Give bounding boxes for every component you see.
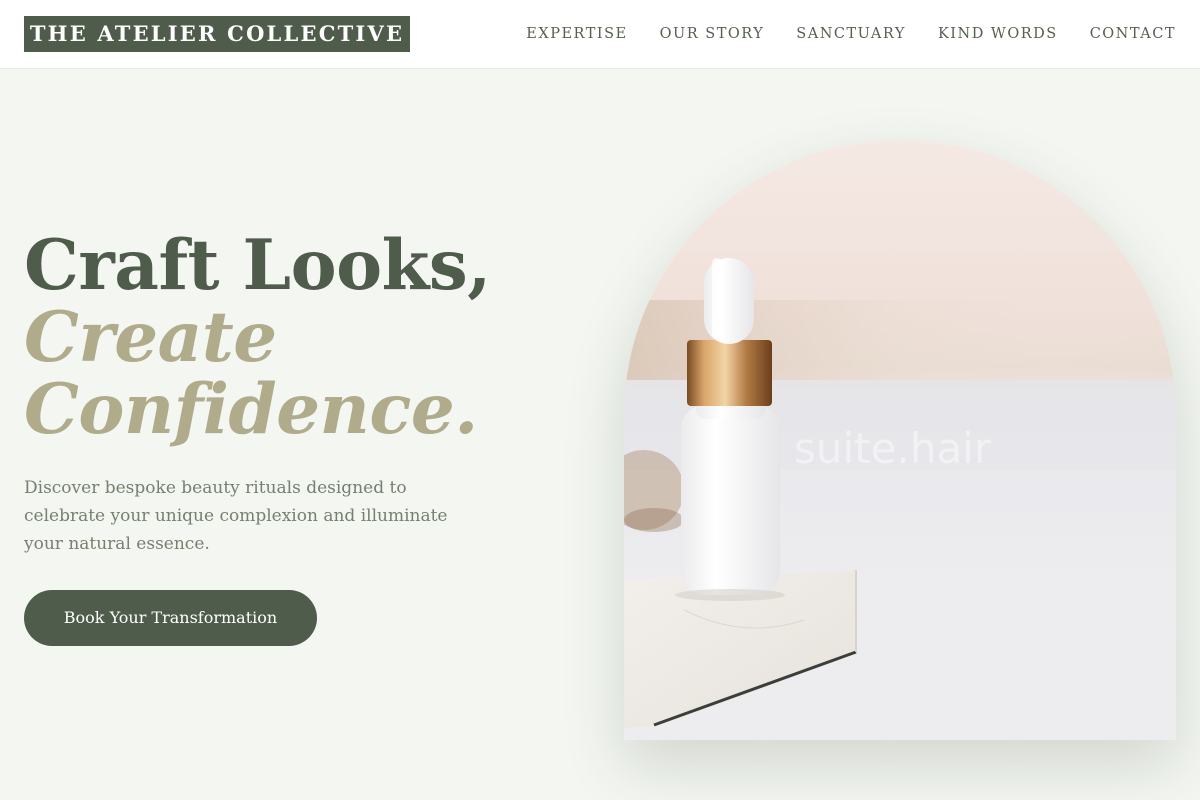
- brand-logo[interactable]: THE ATELIER COLLECTIVE: [24, 16, 410, 52]
- main-nav: EXPERTISE OUR STORY SANCTUARY KIND WORDS…: [526, 24, 1176, 44]
- book-transformation-button[interactable]: Book Your Transformation: [24, 590, 317, 646]
- nav-link-sanctuary[interactable]: SANCTUARY: [796, 24, 906, 44]
- nav-link-contact[interactable]: CONTACT: [1090, 24, 1176, 44]
- hero-description: Discover bespoke beauty rituals designed…: [24, 478, 448, 554]
- hero-headline-line3: Confidence.: [24, 369, 478, 450]
- nav-link-kind-words[interactable]: KIND WORDS: [938, 24, 1058, 44]
- image-watermark-text: suite.hair: [794, 424, 992, 473]
- hero-headline-line1: Craft Looks,: [24, 225, 491, 306]
- nav-link-our-story[interactable]: OUR STORY: [660, 24, 765, 44]
- top-navigation-bar: THE ATELIER COLLECTIVE EXPERTISE OUR STO…: [0, 0, 1200, 69]
- hero-headline-line2: Create: [24, 297, 277, 378]
- hero-headline: Craft Looks, Create Confidence.: [24, 230, 584, 446]
- nav-link-expertise[interactable]: EXPERTISE: [526, 24, 627, 44]
